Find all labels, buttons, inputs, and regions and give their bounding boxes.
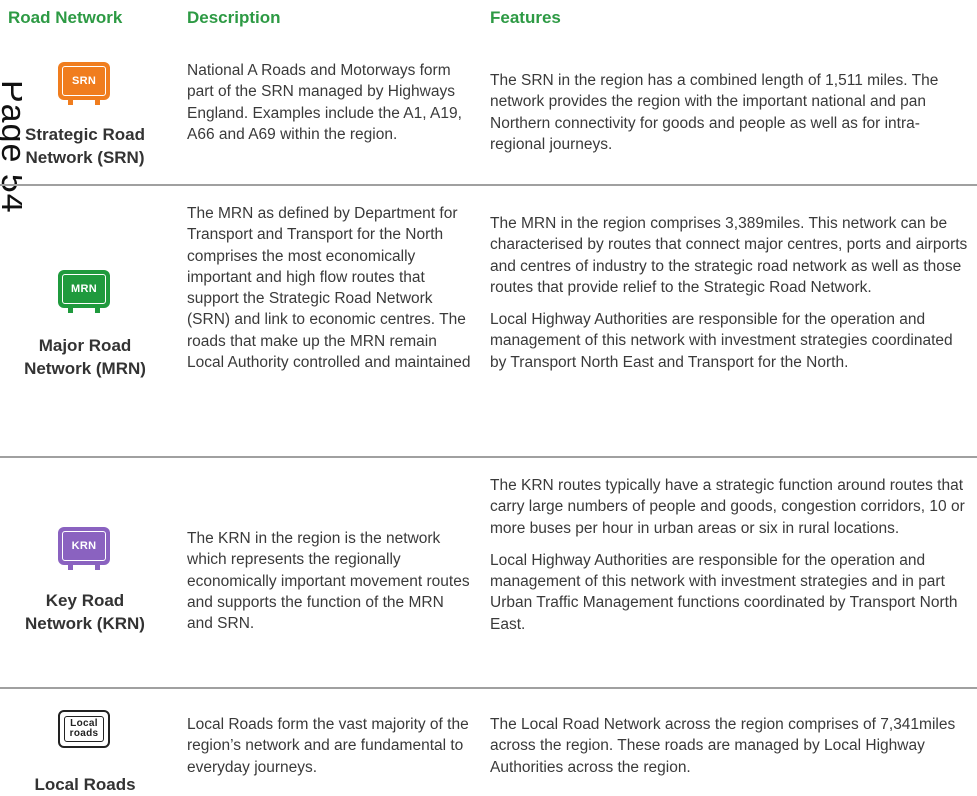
- header-description: Description: [187, 8, 281, 27]
- row-divider: [0, 456, 977, 458]
- header-road-network: Road Network: [8, 8, 123, 27]
- krn-road-sign-icon: KRN: [58, 527, 110, 570]
- local-roads-network-name: Local Roads: [0, 773, 170, 796]
- row-divider: [0, 184, 977, 186]
- mrn-features: The MRN in the region comprises 3,389mil…: [490, 213, 972, 373]
- mrn-description: The MRN as defined by Department for Tra…: [187, 205, 471, 372]
- mrn-name-line2: Network (MRN): [24, 359, 146, 378]
- mrn-network-name: Major Road Network (MRN): [0, 334, 170, 380]
- local-name-line1: Local Roads: [34, 775, 136, 794]
- local-roads-feature-paragraph: The Local Road Network across the region…: [490, 716, 956, 776]
- mrn-name-line1: Major Road: [38, 336, 132, 355]
- local-roads-description: Local Roads form the vast majority of th…: [187, 716, 469, 776]
- srn-name-line1: Strategic Road: [25, 125, 145, 144]
- srn-feature-paragraph: The SRN in the region has a combined len…: [490, 72, 939, 153]
- krn-feature-paragraph-2: Local Highway Authorities are responsibl…: [490, 551, 958, 633]
- krn-badge-label: KRN: [71, 540, 97, 552]
- srn-description: National A Roads and Motorways form part…: [187, 62, 462, 143]
- header-features: Features: [490, 8, 561, 27]
- row-divider: [0, 687, 977, 689]
- srn-name-line2: Network (SRN): [25, 148, 145, 167]
- local-badge-line2: roads: [69, 728, 99, 739]
- local-roads-sign-icon: Local roads: [58, 710, 110, 748]
- krn-features: The KRN routes typically have a strategi…: [490, 475, 972, 635]
- mrn-road-sign-icon: MRN: [58, 270, 110, 313]
- local-roads-features: The Local Road Network across the region…: [490, 714, 972, 778]
- srn-badge-label: SRN: [71, 75, 97, 87]
- mrn-badge-label: MRN: [71, 283, 97, 295]
- mrn-feature-paragraph-2: Local Highway Authorities are responsibl…: [490, 311, 953, 371]
- krn-description: The KRN in the region is the network whi…: [187, 530, 470, 633]
- krn-feature-paragraph-1: The KRN routes typically have a strategi…: [490, 477, 965, 537]
- krn-name-line1: Key Road: [45, 591, 125, 610]
- krn-name-line2: Network (KRN): [25, 614, 145, 633]
- srn-road-sign-icon: SRN: [58, 62, 110, 105]
- krn-network-name: Key Road Network (KRN): [0, 589, 170, 635]
- srn-features: The SRN in the region has a combined len…: [490, 70, 972, 155]
- srn-network-name: Strategic Road Network (SRN): [0, 123, 170, 169]
- mrn-feature-paragraph-1: The MRN in the region comprises 3,389mil…: [490, 215, 968, 296]
